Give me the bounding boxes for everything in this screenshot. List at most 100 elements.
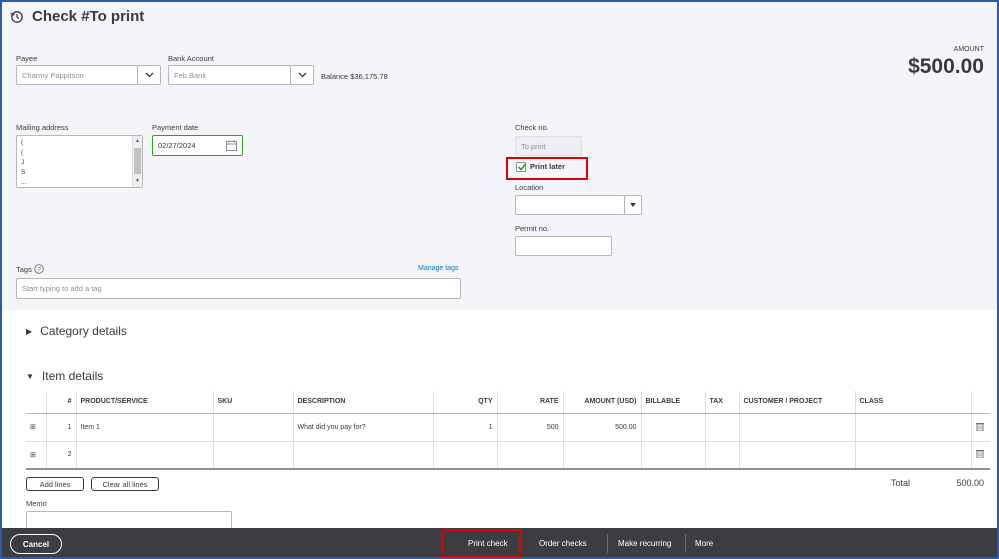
payee-dropdown-button[interactable] (137, 65, 161, 85)
item-details-label: Item details (41, 369, 104, 383)
column-header: RATE (496, 391, 563, 414)
table-row[interactable]: ⊞ 2 (26, 441, 990, 470)
delete-column-header (970, 391, 990, 414)
footer-bar: Cancel Print check Order checks Make rec… (2, 528, 997, 557)
location-select[interactable] (515, 195, 625, 215)
calendar-icon[interactable] (226, 140, 237, 151)
customer-project-cell[interactable] (738, 441, 855, 470)
mailing-line: S (21, 169, 26, 176)
product-cell[interactable] (75, 441, 213, 470)
mailing-line: J (21, 159, 25, 166)
delete-row-cell[interactable] (970, 413, 990, 442)
class-cell[interactable] (854, 413, 971, 442)
drag-handle-icon[interactable]: ⊞ (26, 441, 46, 470)
location-label: Location (515, 183, 544, 192)
rate-cell[interactable]: 500 (496, 413, 563, 442)
qty-cell[interactable] (432, 441, 497, 470)
rate-cell[interactable] (496, 441, 563, 470)
mailing-address-label: Mailing address (16, 123, 69, 132)
qty-cell[interactable]: 1 (432, 413, 497, 442)
description-cell[interactable] (292, 441, 433, 470)
bank-account-select[interactable]: Feb Bank (168, 65, 291, 85)
total-value: 500.00 (956, 478, 984, 488)
chevron-down-icon (145, 72, 153, 78)
drag-column-header (26, 391, 46, 414)
category-details-toggle[interactable]: ▶ Category details (26, 324, 127, 338)
triangle-down-icon: ▼ (26, 371, 34, 381)
column-header: SKU (212, 391, 293, 414)
mailing-line: ( (21, 139, 24, 146)
mailing-line: ... (21, 179, 27, 186)
billable-cell[interactable] (640, 441, 705, 470)
check-window: Check #To print AMOUNT $500.00 Payee Cha… (0, 0, 999, 559)
cancel-button[interactable]: Cancel (10, 534, 62, 554)
history-icon[interactable] (10, 10, 24, 24)
check-no-input[interactable]: To print (515, 136, 582, 156)
triangle-right-icon: ▶ (26, 326, 33, 336)
sku-cell[interactable] (212, 413, 293, 442)
amount-cell[interactable]: 500.00 (562, 413, 641, 442)
column-header: BILLABLE (640, 391, 705, 414)
drag-handle-icon[interactable]: ⊞ (26, 413, 46, 442)
balance-label: Balance (321, 72, 349, 81)
highlight-print-later (506, 157, 588, 180)
delete-row-cell[interactable] (970, 441, 990, 470)
bank-account-dropdown-button[interactable] (290, 65, 314, 85)
sku-cell[interactable] (212, 441, 293, 470)
bank-account-label: Bank Account (168, 54, 214, 63)
check-no-label: Check no. (515, 123, 549, 132)
payee-select[interactable]: Charmy Pappitson (16, 65, 138, 85)
product-cell[interactable]: Item 1 (75, 413, 213, 442)
location-dropdown-button[interactable] (624, 195, 642, 215)
footer-divider (685, 534, 686, 553)
svg-text:?: ? (37, 266, 41, 273)
balance-display: Balance $36,175.78 (321, 72, 388, 81)
row-number: 2 (45, 441, 76, 470)
page-title: Check #To print (32, 8, 145, 25)
column-header: DESCRIPTION (292, 391, 433, 414)
table-row[interactable]: ⊞ 1 Item 1 What did you pay for? 1 500 5… (26, 413, 990, 442)
scroll-up-icon[interactable]: ▲ (135, 138, 140, 144)
scroll-thumb[interactable] (134, 148, 141, 174)
column-header: CUSTOMER / PROJECT (738, 391, 855, 414)
table-header-row: # PRODUCT/SERVICE SKU DESCRIPTION QTY RA… (26, 391, 990, 414)
balance-value: $36,175.78 (350, 72, 388, 81)
manage-tags-link[interactable]: Manage tags (418, 265, 458, 272)
total-label: Total (891, 478, 911, 488)
clear-all-lines-button[interactable]: Clear all lines (91, 477, 159, 491)
mailing-scrollbar[interactable]: ▲ ▼ (132, 136, 142, 187)
more-button[interactable]: More (695, 528, 713, 557)
tax-cell[interactable] (704, 441, 739, 470)
add-lines-button[interactable]: Add lines (26, 477, 84, 491)
trash-icon[interactable] (975, 449, 984, 459)
order-checks-button[interactable]: Order checks (539, 528, 587, 557)
memo-label: Memo (26, 499, 47, 508)
customer-project-cell[interactable] (738, 413, 855, 442)
tags-input[interactable]: Start typing to add a tag (16, 278, 461, 299)
mailing-line: ( (21, 149, 24, 156)
payee-label: Payee (16, 54, 38, 63)
payment-date-value: 02/27/2024 (158, 141, 196, 150)
help-icon[interactable]: ? (34, 264, 44, 274)
mailing-address-textarea[interactable]: ( ( J S ... ▲ ▼ (16, 135, 143, 188)
description-cell[interactable]: What did you pay for? (292, 413, 433, 442)
trash-icon[interactable] (975, 422, 984, 431)
permit-no-label: Permit no. (515, 224, 550, 233)
class-cell[interactable] (854, 441, 971, 470)
tax-cell[interactable] (704, 413, 739, 442)
row-number: 1 (45, 413, 76, 442)
chevron-down-icon (298, 72, 306, 78)
footer-divider (607, 534, 608, 553)
check-header-panel: Check #To print AMOUNT $500.00 Payee Cha… (2, 2, 997, 310)
item-details-toggle[interactable]: ▼ Item details (26, 369, 103, 383)
billable-cell[interactable] (640, 413, 705, 442)
highlight-print-check (441, 529, 521, 557)
scroll-down-icon[interactable]: ▼ (135, 178, 140, 184)
caret-down-icon (630, 203, 636, 207)
permit-no-input[interactable] (515, 236, 612, 256)
make-recurring-button[interactable]: Make recurring (618, 528, 671, 557)
column-header: TAX (704, 391, 739, 414)
item-details-table: # PRODUCT/SERVICE SKU DESCRIPTION QTY RA… (26, 391, 990, 470)
amount-cell[interactable] (562, 441, 641, 470)
column-header: # (45, 391, 76, 414)
